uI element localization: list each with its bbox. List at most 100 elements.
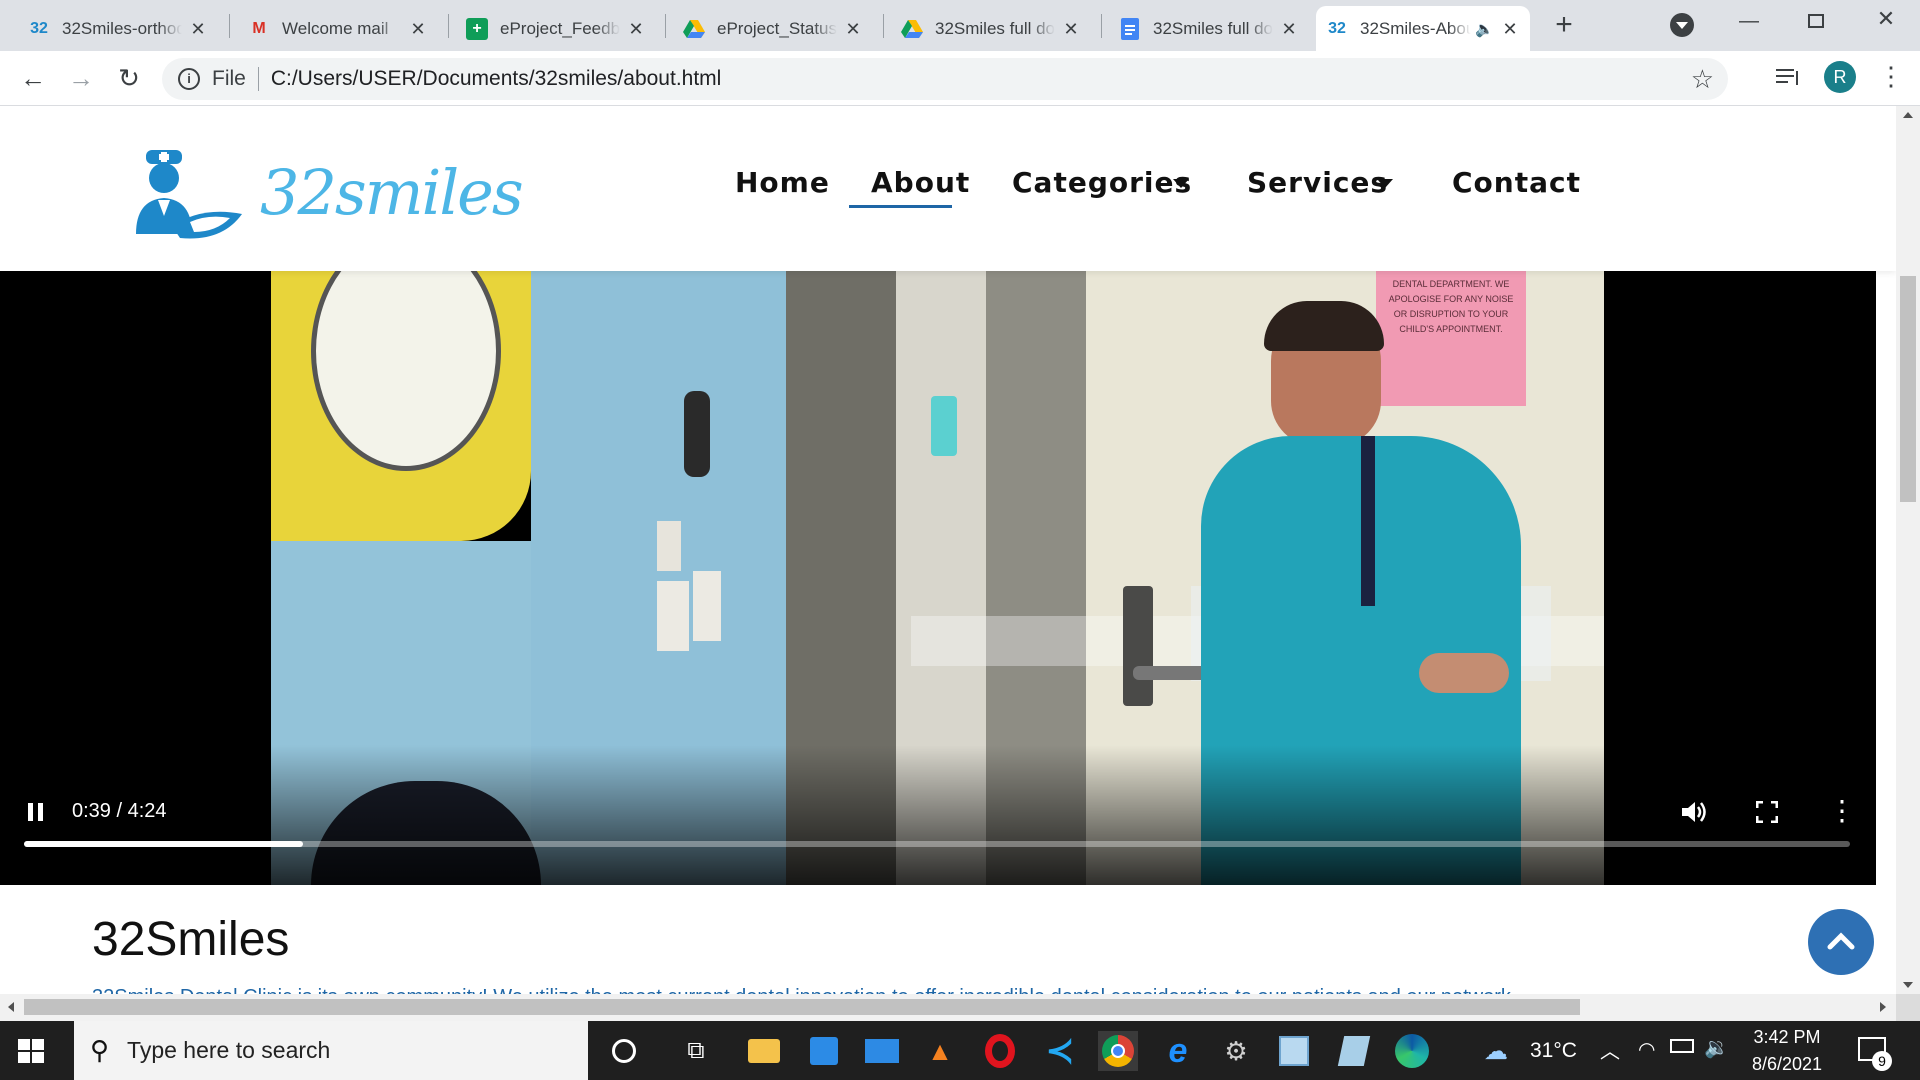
- address-bar[interactable]: i File C:/Users/USER/Documents/32smiles/…: [162, 58, 1728, 100]
- clock[interactable]: 3:42 PM 8/6/2021: [1742, 1027, 1832, 1075]
- tray-chevron-up-icon[interactable]: ︿: [1600, 1035, 1620, 1064]
- mail-icon[interactable]: [862, 1031, 902, 1071]
- video-player[interactable]: DENTAL DEPARTMENT. WE APOLOGISE FOR ANY …: [0, 271, 1876, 885]
- scroll-to-top-button[interactable]: [1808, 909, 1874, 975]
- video-more-icon[interactable]: ⋮: [1828, 797, 1856, 827]
- profile-avatar[interactable]: R: [1824, 61, 1856, 93]
- search-placeholder: Type here to search: [127, 1037, 331, 1063]
- edge-icon[interactable]: [1392, 1031, 1432, 1071]
- nav-categories[interactable]: Categories: [1012, 166, 1192, 199]
- battery-icon[interactable]: [1670, 1039, 1694, 1053]
- network-icon[interactable]: ◠: [1638, 1037, 1655, 1062]
- horizontal-scroll-thumb[interactable]: [24, 999, 1580, 1015]
- opera-icon[interactable]: [980, 1031, 1020, 1071]
- new-tab-button[interactable]: +: [1548, 10, 1580, 42]
- tab-separator: [665, 14, 666, 38]
- forward-button[interactable]: →: [66, 63, 96, 93]
- tab-title: 32Smiles-orthodontics: [62, 18, 182, 38]
- search-icon: ⚲: [90, 1035, 110, 1065]
- taskbar-search-box[interactable]: ⚲ Type here to search: [74, 1021, 588, 1080]
- wall-socket: [657, 581, 689, 651]
- services-caret-icon[interactable]: [1377, 179, 1393, 188]
- url-text[interactable]: C:/Users/USER/Documents/32smiles/about.h…: [271, 67, 722, 91]
- tab-eproject-feedback[interactable]: + eProject_Feedback ✕: [456, 6, 656, 51]
- settings-gear-icon[interactable]: ⚙: [1216, 1031, 1256, 1071]
- weather-cloud-icon[interactable]: ☁: [1484, 1037, 1508, 1066]
- close-tab-icon[interactable]: ✕: [843, 19, 863, 39]
- scroll-up-arrow[interactable]: [1903, 112, 1913, 118]
- fullscreen-icon[interactable]: [1755, 800, 1779, 824]
- docs-icon: [1119, 17, 1141, 40]
- volume-tray-icon[interactable]: 🔉: [1704, 1035, 1729, 1060]
- scroll-left-arrow[interactable]: [8, 1002, 14, 1012]
- store-icon[interactable]: [804, 1031, 844, 1071]
- scrollbar-corner: [1896, 994, 1920, 1021]
- vlc-icon[interactable]: ▲: [920, 1031, 960, 1071]
- internet-explorer-icon[interactable]: e: [1158, 1031, 1198, 1071]
- nav-about[interactable]: About: [871, 166, 970, 199]
- gmail-icon: M: [252, 19, 266, 37]
- nav-contact[interactable]: Contact: [1452, 166, 1581, 199]
- windows-taskbar: ⚲ Type here to search ⧉ ▲ ≺ e ⚙ ☁ 31°C ︿…: [0, 1021, 1920, 1080]
- back-button[interactable]: ←: [18, 63, 48, 93]
- restore-button[interactable]: [1808, 14, 1824, 28]
- chrome-icon[interactable]: [1098, 1031, 1138, 1071]
- tab-title: eProject_Feedback: [500, 18, 620, 38]
- file-explorer-icon[interactable]: [744, 1031, 784, 1071]
- more-menu-icon[interactable]: ⋮: [1878, 61, 1904, 93]
- cortana-icon[interactable]: [604, 1031, 644, 1071]
- task-view-icon[interactable]: ⧉: [676, 1031, 716, 1071]
- dentist-logo-icon: [136, 150, 242, 239]
- nav-services[interactable]: Services: [1247, 166, 1388, 199]
- tab-title: 32Smiles full doc: [935, 18, 1055, 38]
- minimize-button[interactable]: —: [1738, 10, 1760, 32]
- speaker-icon[interactable]: 🔈: [1475, 20, 1494, 38]
- tab-32smiles-orthodontics[interactable]: 32 32Smiles-orthodontics ✕: [18, 6, 218, 51]
- vscode-icon[interactable]: ≺: [1040, 1031, 1080, 1071]
- close-tab-icon[interactable]: ✕: [626, 19, 646, 39]
- tab-separator: [229, 14, 230, 38]
- weather-temp[interactable]: 31°C: [1530, 1039, 1577, 1063]
- close-tab-icon[interactable]: ✕: [188, 19, 208, 39]
- sanitizer: [931, 396, 957, 456]
- site-logo[interactable]: 32smiles: [132, 144, 524, 244]
- categories-caret-icon[interactable]: [1173, 179, 1189, 188]
- tab-32smiles-full-doc-docs[interactable]: 32Smiles full doc ✕: [1109, 6, 1309, 51]
- tab-welcome-mail[interactable]: M Welcome mail ✕: [238, 6, 438, 51]
- tab-32smiles-full-doc-drive[interactable]: 32Smiles full doc ✕: [891, 6, 1091, 51]
- media-control-icon[interactable]: [1776, 65, 1804, 91]
- tab-title: 32Smiles-About: [1360, 18, 1472, 38]
- pause-button[interactable]: [26, 801, 46, 823]
- close-tab-icon[interactable]: ✕: [1061, 19, 1081, 39]
- video-progress-track[interactable]: [24, 841, 1850, 847]
- scroll-down-arrow[interactable]: [1903, 982, 1913, 988]
- horizontal-scrollbar[interactable]: [0, 994, 1896, 1021]
- bookmark-star-icon[interactable]: ☆: [1691, 64, 1714, 95]
- app-icon[interactable]: [1334, 1031, 1374, 1071]
- tab-title: eProject_Status: [717, 18, 837, 38]
- nav-home[interactable]: Home: [735, 166, 830, 199]
- wall-socket: [693, 571, 721, 641]
- drive-icon: [901, 18, 923, 40]
- tab-separator: [883, 14, 884, 38]
- notepad-icon[interactable]: [1274, 1031, 1314, 1071]
- close-tab-icon[interactable]: ✕: [1279, 19, 1299, 39]
- tab-32smiles-about[interactable]: 32 32Smiles-About 🔈 ✕: [1316, 6, 1530, 51]
- vertical-scrollbar[interactable]: [1896, 106, 1920, 994]
- close-window-button[interactable]: ✕: [1874, 6, 1898, 34]
- person-hand: [1419, 653, 1509, 693]
- tab-separator: [1101, 14, 1102, 38]
- reload-button[interactable]: ↻: [114, 63, 144, 93]
- tab-title: 32Smiles full doc: [1153, 18, 1273, 38]
- volume-icon[interactable]: [1680, 799, 1708, 825]
- windows-start-icon[interactable]: [18, 1039, 44, 1063]
- close-tab-icon[interactable]: ✕: [1500, 19, 1520, 39]
- tab-eproject-status[interactable]: eProject_Status ✕: [673, 6, 873, 51]
- video-time: 0:39 / 4:24: [72, 800, 167, 822]
- video-progress-fill: [24, 841, 304, 847]
- vertical-scroll-thumb[interactable]: [1900, 276, 1916, 502]
- close-tab-icon[interactable]: ✕: [408, 19, 428, 39]
- scroll-right-arrow[interactable]: [1880, 1002, 1886, 1012]
- tab-search-button[interactable]: [1670, 13, 1694, 37]
- info-icon[interactable]: i: [178, 68, 200, 90]
